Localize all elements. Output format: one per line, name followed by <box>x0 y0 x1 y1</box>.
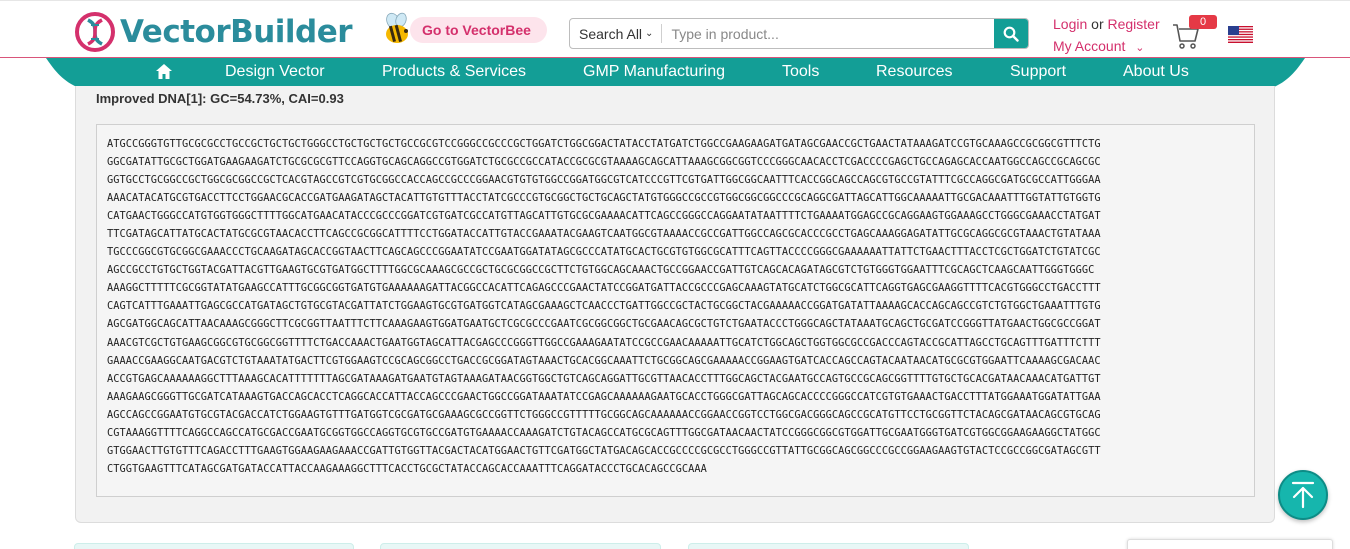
bee-icon <box>386 12 408 43</box>
sequence-line: AGCGATGGCAGCATTAACAAAGCGGGCTTCGCGGTTAATT… <box>107 318 1101 331</box>
sequence-line: AAACATACATGCGTGACCTTCCTGGAACGCACCGATGAAG… <box>107 192 1101 205</box>
nav-products-services[interactable]: Products & Services <box>382 63 526 81</box>
nav-gmp-manufacturing[interactable]: GMP Manufacturing <box>583 63 725 81</box>
account-links: Login or Register My Account ⌄ <box>1053 15 1160 58</box>
sequence-line: AAAGAAGCGGGTTGCGATCATAAAGTGACCAGCACCTCAG… <box>107 390 1101 403</box>
cart-count-badge: 0 <box>1189 15 1217 29</box>
search-input[interactable] <box>662 19 994 48</box>
sequence-line: ACCGTGAGCAAAAAAGGCTTTAAAGCACATTTTTTTAGCG… <box>107 372 1101 385</box>
sequence-line: GTGGAACTTGTGTTTCAGACCTTTGAAGTGGAAGAAGAAA… <box>107 444 1101 457</box>
register-link[interactable]: Register <box>1108 16 1160 32</box>
side-widget[interactable] <box>1127 539 1333 549</box>
sequence-line: ATGCCGGGTGTTGCGCGCCTGCCGCTGCTGCTGGGCCTGC… <box>107 138 1101 150</box>
my-account-menu[interactable]: My Account ⌄ <box>1053 37 1160 58</box>
back-to-top-button[interactable] <box>1278 470 1328 520</box>
or-text: or <box>1091 16 1104 32</box>
search-button[interactable] <box>994 19 1028 48</box>
search-scope-label: Search All <box>579 25 643 42</box>
search-bar: Search All ⌄ <box>569 18 1029 49</box>
sequence-line: TGCCCGGCGTGCGGCGAAACCCTGCAAGATAGCACCGGTA… <box>107 246 1101 259</box>
sequence-line: AAAGGCTTTTTCGCGGTATATGAAGCCATTTGCGGCGGTG… <box>107 282 1101 295</box>
my-account-label: My Account <box>1053 38 1126 54</box>
sequence-line: GGTGCCTGCGGCCGCTGGCGCGGCCGCTCACGTAGCCGTC… <box>107 174 1101 187</box>
improved-dna-heading: Improved DNA[1]: GC=54.73%, CAI=0.93 <box>96 91 344 106</box>
sequence-line: CATGAACTGGGCCATGTGGTGGGCTTTTGGCATGAACATA… <box>107 210 1101 223</box>
login-link[interactable]: Login <box>1053 16 1087 32</box>
home-icon[interactable] <box>155 63 173 80</box>
nav-about-us[interactable]: About Us <box>1123 63 1189 81</box>
result-panel: Improved DNA[1]: GC=54.73%, CAI=0.93 ATG… <box>75 86 1275 523</box>
vectorbee-pill[interactable]: Go to VectorBee <box>410 17 547 43</box>
sequence-line: AAACGTCGCTGTGAAGCGGCGTGCGGCGGTTTTCTGACCA… <box>107 336 1101 349</box>
sequence-line: AGCCAGCCGGAATGTGCGTACGACCATCTGGAAGTGTTTG… <box>107 408 1101 421</box>
vectorbuilder-logo[interactable]: VectorBuilder <box>74 11 353 53</box>
search-icon <box>1003 26 1019 42</box>
nav-design-vector[interactable]: Design Vector <box>225 63 325 81</box>
sequence-line: GAAACCGAAGGCAATGACGTCTGTAAATATGACTTCGTGG… <box>107 354 1101 367</box>
nav-resources[interactable]: Resources <box>876 63 952 81</box>
main-nav: Design Vector Products & Services GMP Ma… <box>46 58 1305 87</box>
info-card[interactable] <box>688 543 969 549</box>
search-scope-select[interactable]: Search All ⌄ <box>570 24 663 43</box>
sequence-line: TTCGATAGCATTATGCACTATGCGCGTAACACCTTCAGCC… <box>107 228 1101 241</box>
sequence-box[interactable]: ATGCCGGGTGTTGCGCGCCTGCCGCTGCTGCTGGGCCTGC… <box>96 124 1255 497</box>
info-card[interactable] <box>380 543 661 549</box>
sequence-line: CGTAAAGGTTTTCAGGCCAGCCATGCGACCGAATGCGGTG… <box>107 426 1101 439</box>
nav-tools[interactable]: Tools <box>782 63 819 81</box>
vectorbee-link[interactable]: Go to VectorBee <box>380 12 547 48</box>
site-header: VectorBuilder Go to VectorBee Search All… <box>0 0 1350 58</box>
cart-button[interactable]: 0 <box>1172 15 1218 49</box>
sequence-line: GGCGATATTGCGCTGGATGAAGAAGATCTGCGCGCGTTCC… <box>107 156 1101 169</box>
vectorbee-label[interactable]: Go to VectorBee <box>422 22 531 38</box>
sequence-text: ATGCCGGGTGTTGCGCGCCTGCCGCTGCTGCTGGGCCTGC… <box>107 135 1245 478</box>
logo-wordmark: VectorBuilder <box>120 14 353 50</box>
arrow-up-icon <box>1291 481 1315 509</box>
dna-logo-icon <box>75 12 115 52</box>
nav-support[interactable]: Support <box>1010 63 1066 81</box>
us-flag-icon[interactable] <box>1228 26 1253 43</box>
chevron-down-icon: ⌄ <box>645 28 654 39</box>
sequence-line: AGCCGCCTGTGCTGGTACGATTACGTTGAAGTGCGTGATG… <box>107 264 1095 277</box>
sequence-line: CAGTCATTTGAAATTGAGCGCCATGATAGCTGTGCGTACG… <box>107 300 1101 313</box>
info-card[interactable] <box>74 543 354 549</box>
sequence-line: CTGGTGAAGTTTCATAGCGATGATACCATTACCAAGAAAG… <box>107 462 707 475</box>
chevron-down-icon: ⌄ <box>1135 42 1145 54</box>
